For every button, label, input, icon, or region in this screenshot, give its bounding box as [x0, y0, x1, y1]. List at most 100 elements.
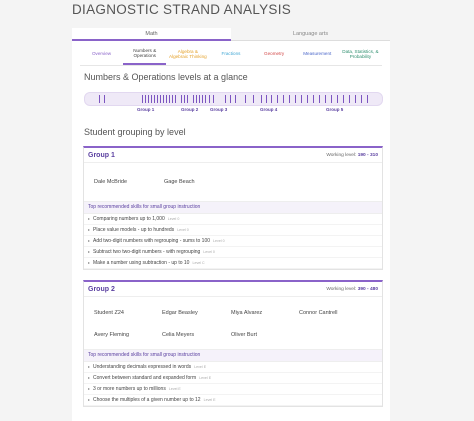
level-distribution-bar — [84, 92, 383, 106]
chevron-right-icon: ▸ — [88, 386, 91, 391]
group-marker-2: Group 2 — [181, 107, 199, 112]
level-tick — [266, 95, 267, 103]
student-name[interactable]: Miya Alvarez — [231, 310, 262, 316]
skill-item[interactable]: ▸ Choose the multiples of a given number … — [84, 395, 382, 406]
group-card: Group 2 Working level: 390 - 480 Student… — [83, 280, 383, 407]
level-tick — [331, 95, 332, 103]
student-name[interactable]: Celia Meyers — [162, 332, 194, 338]
level-tick — [181, 95, 182, 103]
tab-math[interactable]: Math — [72, 28, 231, 41]
student-name[interactable]: Dale McBride — [94, 179, 127, 185]
level-tick — [253, 95, 254, 103]
skill-item[interactable]: ▸ Understanding decimals expressed in wor… — [84, 362, 382, 373]
level-tick — [205, 95, 206, 103]
level-tick — [245, 95, 246, 103]
skill-item[interactable]: ▸ Add two-digit numbers with regrouping -… — [84, 236, 382, 247]
level-tick — [99, 95, 100, 103]
level-tick — [295, 95, 296, 103]
student-name[interactable]: Student Z24 — [94, 310, 124, 316]
level-tick — [283, 95, 284, 103]
group-header: Group 1 Working level: 190 - 310 — [84, 148, 382, 163]
level-tick — [277, 95, 278, 103]
level-tick — [325, 95, 326, 103]
student-list: Dale McBride Gage Beach — [84, 163, 382, 201]
level-tick — [151, 95, 152, 103]
group-name: Group 2 — [88, 285, 115, 293]
group-card: Group 1 Working level: 190 - 310 Dale Mc… — [83, 146, 383, 270]
level-tick — [104, 95, 105, 103]
level-tick — [367, 95, 368, 103]
skill-item[interactable]: ▸ Comparing numbers up to 1,000 Level 0 — [84, 214, 382, 225]
chevron-right-icon: ▸ — [88, 364, 91, 369]
level-tick — [175, 95, 176, 103]
level-tick — [313, 95, 314, 103]
group-marker-3: Group 3 — [210, 107, 228, 112]
level-tick — [163, 95, 164, 103]
level-tick — [172, 95, 173, 103]
level-tick — [349, 95, 350, 103]
group-name: Group 1 — [88, 151, 115, 159]
student-name[interactable]: Avery Fleming — [94, 332, 129, 338]
level-tick — [361, 95, 362, 103]
level-tick — [225, 95, 226, 103]
level-tick — [187, 95, 188, 103]
grouping-title: Student grouping by level — [84, 127, 186, 137]
skills-header: Top recommended skills for small group i… — [84, 201, 382, 214]
level-tick — [193, 95, 194, 103]
chevron-right-icon: ▸ — [88, 375, 91, 380]
level-tick — [145, 95, 146, 103]
student-name[interactable]: Edgar Beasley — [162, 310, 198, 316]
level-tick — [235, 95, 236, 103]
group-header: Group 2 Working level: 390 - 480 — [84, 282, 382, 297]
level-tick — [289, 95, 290, 103]
level-tick — [301, 95, 302, 103]
chevron-right-icon: ▸ — [88, 397, 91, 402]
level-tick — [261, 95, 262, 103]
tab-fractions[interactable]: Fractions — [209, 43, 252, 65]
tab-geometry[interactable]: Geometry — [253, 43, 296, 65]
group-marker-4: Group 4 — [260, 107, 278, 112]
student-name[interactable]: Oliver Burt — [231, 332, 257, 338]
chevron-right-icon: ▸ — [88, 227, 91, 232]
tab-overview[interactable]: Overview — [80, 43, 123, 65]
skill-item[interactable]: ▸ Place value models - up to hundreds Leve… — [84, 225, 382, 236]
level-tick — [142, 95, 143, 103]
chevron-right-icon: ▸ — [88, 238, 91, 243]
level-tick — [196, 95, 197, 103]
working-level: Working level: 190 - 310 — [326, 152, 378, 158]
level-tick — [148, 95, 149, 103]
student-name[interactable]: Connor Cantrell — [299, 310, 338, 316]
level-tick — [199, 95, 200, 103]
tab-data-statistics[interactable]: Data, Statistics, & Probability — [339, 43, 382, 65]
tab-language-arts[interactable]: Language arts — [231, 28, 390, 41]
page-title: DIAGNOSTIC STRAND ANALYSIS — [72, 2, 292, 17]
tab-numbers-operations[interactable]: Numbers & Operations — [123, 43, 167, 65]
level-tick — [154, 95, 155, 103]
strand-tabs: Overview Numbers & Operations Algebra & … — [80, 43, 382, 66]
skill-item[interactable]: ▸ Make a number using subtraction - up to… — [84, 258, 382, 269]
chevron-right-icon: ▸ — [88, 260, 91, 265]
level-tick — [213, 95, 214, 103]
skills-header: Top recommended skills for small group i… — [84, 349, 382, 362]
level-tick — [169, 95, 170, 103]
level-tick — [160, 95, 161, 103]
chevron-right-icon: ▸ — [88, 216, 91, 221]
skill-item[interactable]: ▸ Convert between standard and expanded f… — [84, 373, 382, 384]
group-marker-1: Group 1 — [137, 107, 155, 112]
working-level: Working level: 390 - 480 — [326, 286, 378, 292]
subject-tabs: Math Language arts — [72, 28, 390, 41]
student-name[interactable]: Gage Beach — [164, 179, 195, 185]
level-tick — [307, 95, 308, 103]
level-tick — [355, 95, 356, 103]
level-tick — [202, 95, 203, 103]
level-tick — [184, 95, 185, 103]
level-tick — [271, 95, 272, 103]
skill-item[interactable]: ▸ Subtract two two-digit numbers - with r… — [84, 247, 382, 258]
main-panel: Overview Numbers & Operations Algebra & … — [72, 41, 390, 421]
skill-item[interactable]: ▸ 3 or more numbers up to millions Level E — [84, 384, 382, 395]
glance-title: Numbers & Operations levels at a glance — [84, 72, 248, 82]
chevron-right-icon: ▸ — [88, 249, 91, 254]
level-tick — [230, 95, 231, 103]
tab-algebra[interactable]: Algebra & Algebraic Thinking — [166, 43, 209, 65]
tab-measurement[interactable]: Measurement — [296, 43, 339, 65]
